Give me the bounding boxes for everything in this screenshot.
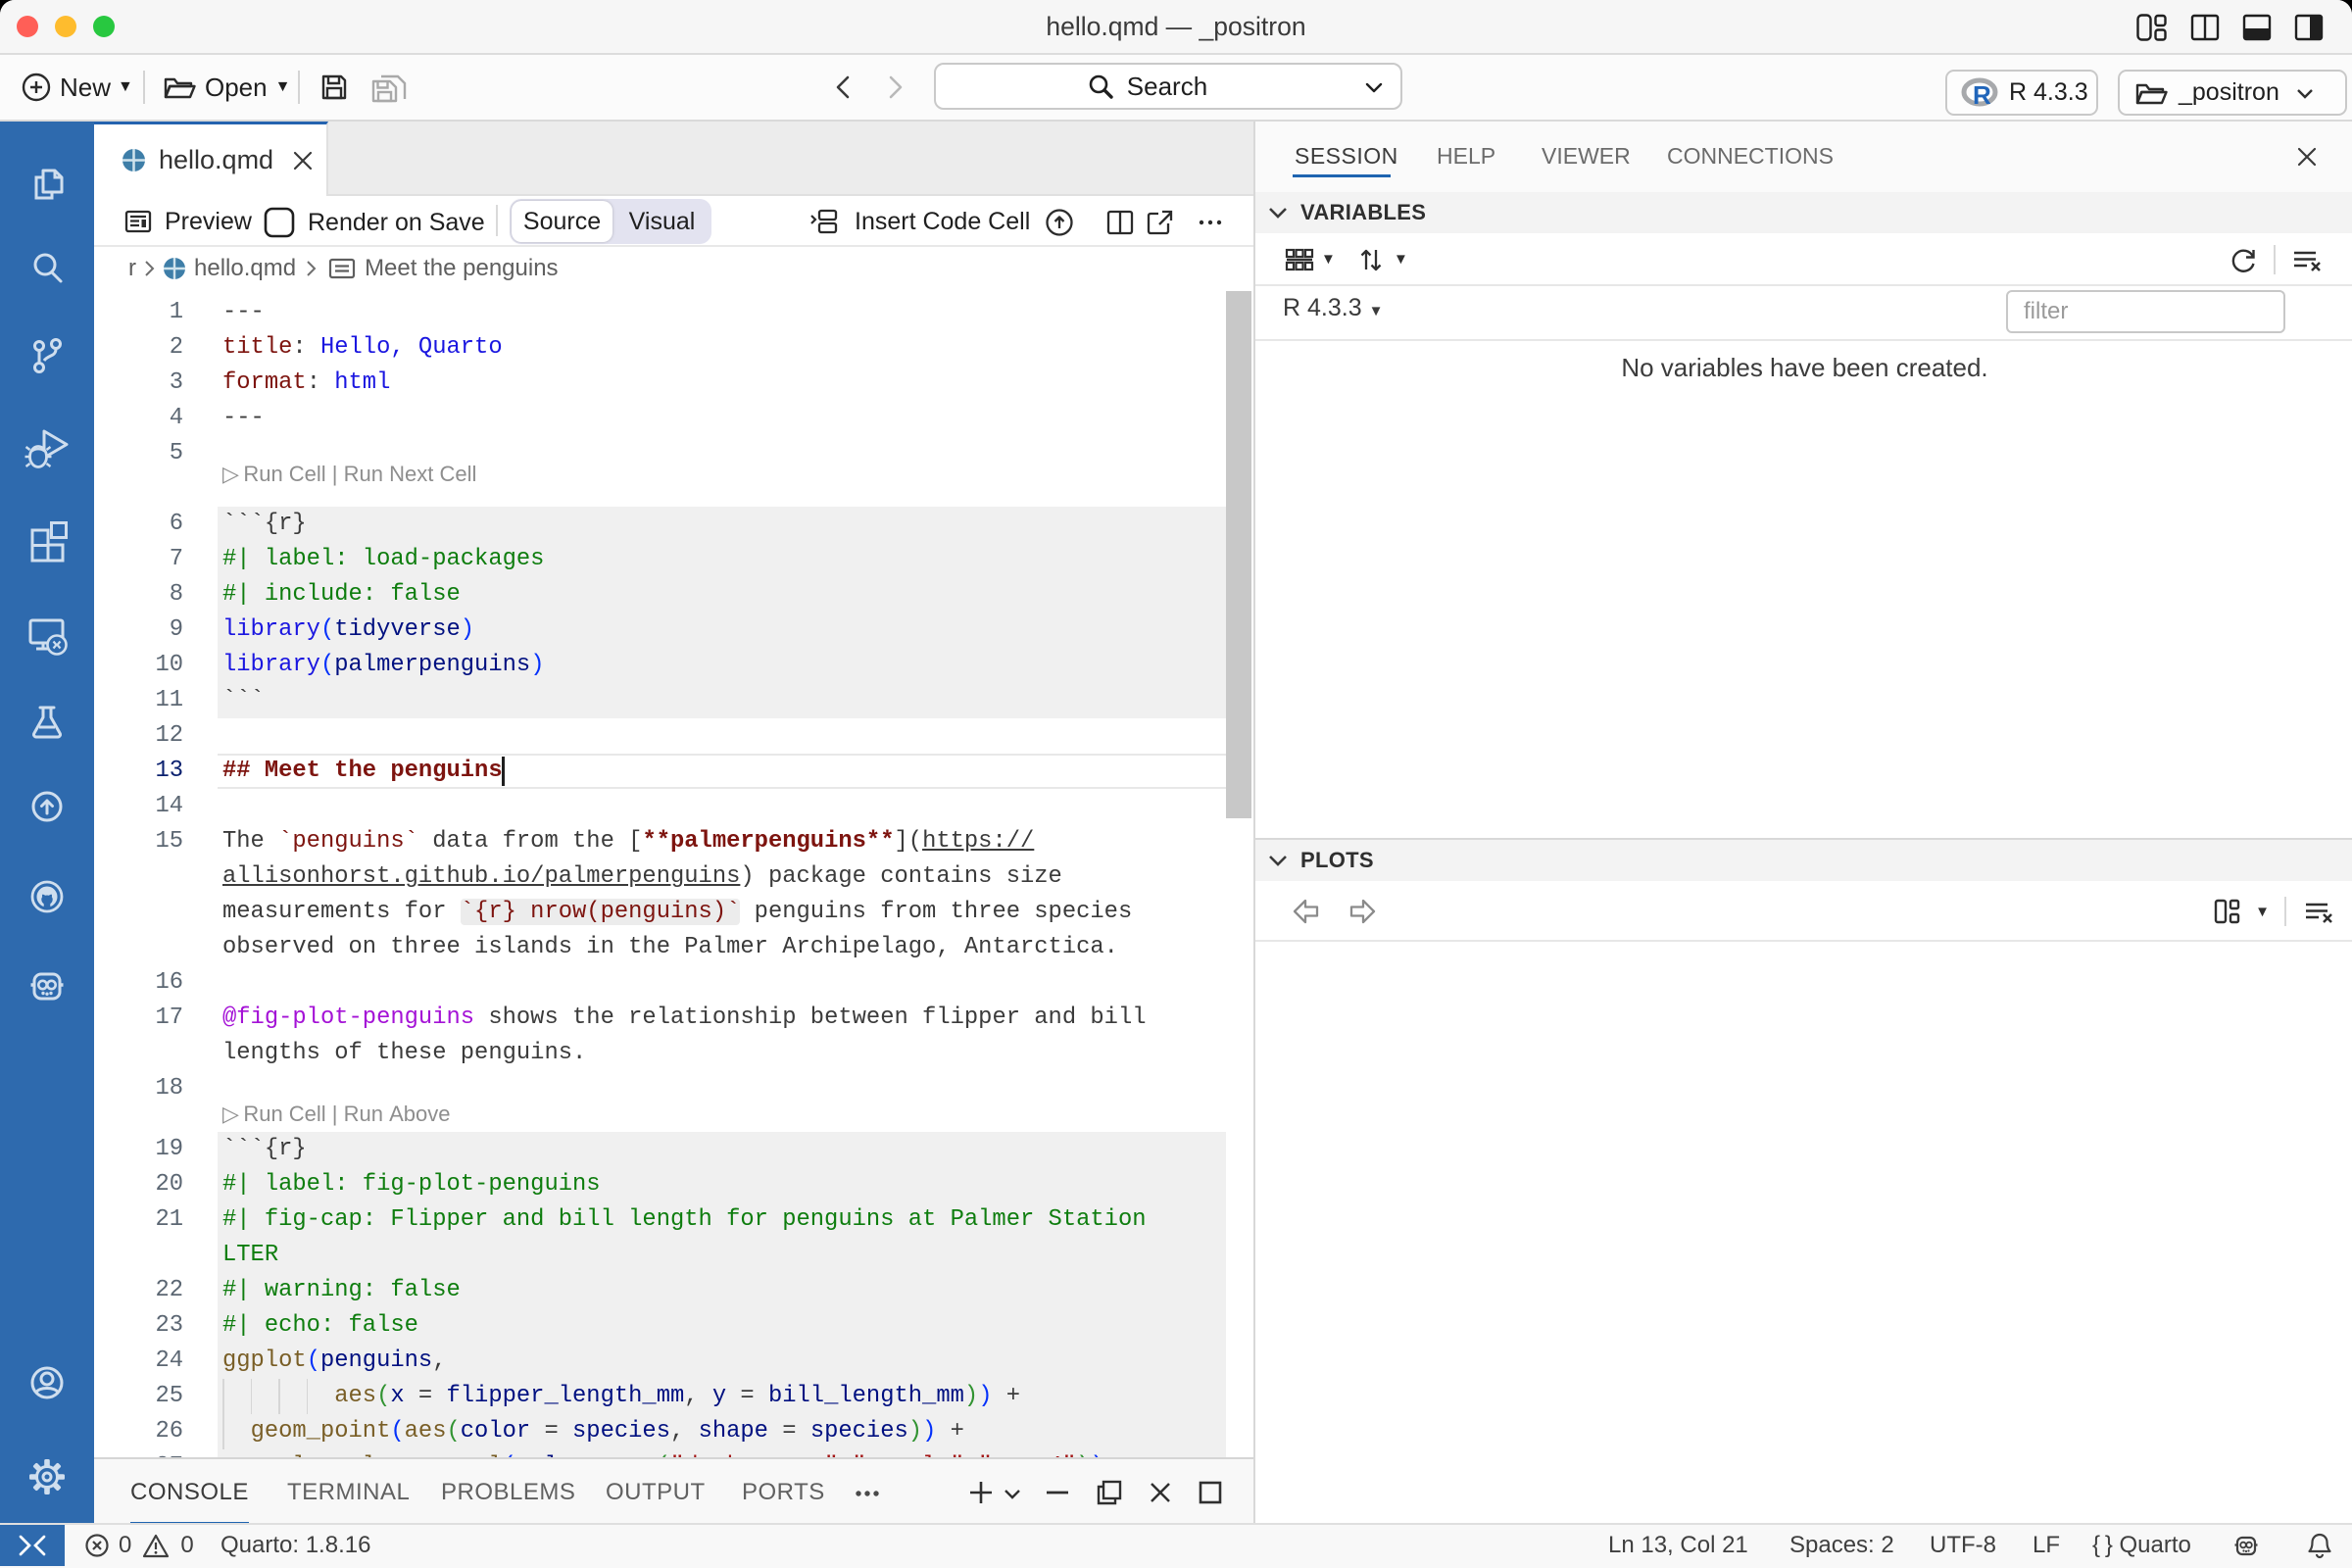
svg-text:R: R: [1973, 80, 1991, 109]
